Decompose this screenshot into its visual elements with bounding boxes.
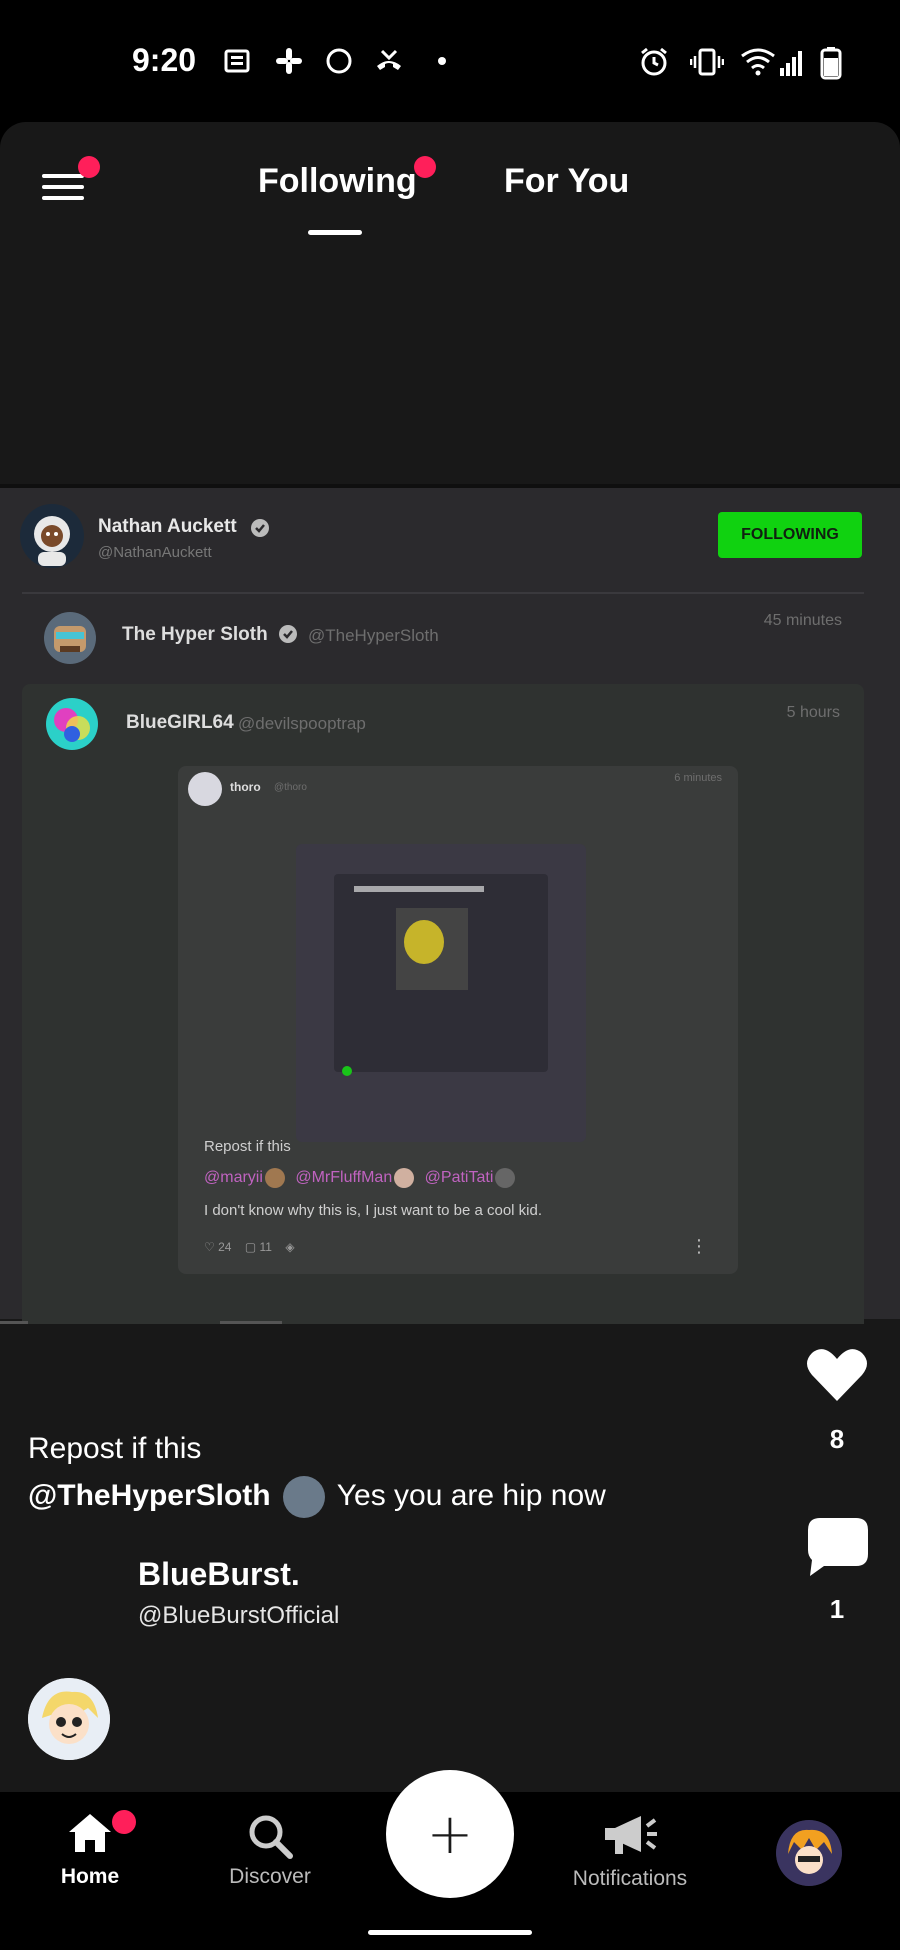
nav-home-label: Home	[60, 1865, 120, 1888]
comment-icon: ▢	[244, 1240, 257, 1254]
status-time: 9:20	[132, 42, 197, 78]
nav-home[interactable]: Home	[20, 1812, 160, 1889]
thoro-time: 6 minutes	[674, 772, 722, 784]
quoted-post-actions: ♡ 24 ▢ 11 ◈	[204, 1240, 295, 1254]
megaphone-icon	[605, 1816, 657, 1854]
post-caption-line1: Repost if this	[28, 1432, 202, 1465]
embedded-author-row: Nathan Auckett @NathanAuckett FOLLOWING	[0, 488, 900, 592]
battery-icon	[820, 47, 842, 80]
tab-for-you[interactable]: For You	[504, 162, 629, 201]
embedded-post-bluegirl: BlueGIRL64 @devilspooptrap 5 hours thoro…	[22, 684, 864, 1324]
thoro-avatar	[188, 772, 222, 806]
post-media-image[interactable]: Nathan Auckett @NathanAuckett FOLLOWING …	[0, 484, 900, 1324]
quoted-post-text: Repost if this	[204, 1138, 291, 1155]
poster-avatar[interactable]	[28, 1678, 110, 1760]
quoted-post-card: thoro @thoro 6 minutes Repost if this @m…	[178, 766, 738, 1274]
following-button[interactable]: FOLLOWING	[718, 512, 862, 558]
thoro-name: thoro	[230, 780, 261, 794]
active-tab-indicator	[308, 230, 362, 235]
wifi-signal-icon	[741, 48, 802, 76]
hypersloth-time: 45 minutes	[763, 612, 842, 629]
bluegirl-name: BlueGIRL64	[126, 712, 234, 733]
post-caption-line2: @TheHyperSloth Yes you are hip now	[28, 1476, 606, 1518]
tab-following[interactable]: Following	[258, 162, 417, 201]
meme-face-image	[404, 920, 444, 964]
nested-quoted-post-inner	[334, 874, 548, 1072]
quoted-post-mentions: @maryii @MrFluffMan @PatiTati	[204, 1168, 521, 1188]
hypersloth-name: The Hyper Sloth	[122, 624, 268, 645]
embedded-author-handle: @NathanAuckett	[98, 544, 212, 561]
create-post-button[interactable]: +	[386, 1770, 514, 1898]
verified-badge-icon	[251, 519, 269, 537]
alarm-icon	[641, 47, 667, 76]
caption-text: Yes you are hip now	[336, 1478, 606, 1512]
thoro-handle: @thoro	[274, 782, 307, 793]
nav-profile-avatar[interactable]	[776, 1820, 842, 1886]
divider	[22, 592, 864, 594]
bluegirl-time: 5 hours	[786, 704, 840, 721]
more-options-icon: ⋮	[690, 1236, 708, 1256]
nested-quoted-post	[296, 844, 586, 1142]
mention-avatar	[282, 1476, 325, 1518]
home-icon	[69, 1814, 111, 1852]
nav-discover[interactable]: Discover	[200, 1812, 340, 1889]
menu-notification-dot	[78, 156, 100, 178]
missed-call-icon	[377, 49, 401, 70]
like-count: 8	[829, 1424, 845, 1454]
home-notification-dot	[112, 1810, 136, 1834]
comment-bubble-icon[interactable]	[806, 1516, 870, 1578]
gesture-home-indicator	[368, 1930, 532, 1935]
embedded-post-hypersloth: The Hyper Sloth @TheHyperSloth 45 minute…	[22, 598, 864, 674]
bluegirl-avatar	[46, 698, 98, 750]
embedded-author-avatar	[20, 504, 84, 568]
news-icon	[224, 49, 250, 73]
quoted-post-body: I don't know why this is, I just want to…	[204, 1202, 543, 1219]
nav-discover-label: Discover	[229, 1865, 311, 1888]
slack-icon	[276, 48, 302, 74]
nav-notifications-label: Notifications	[572, 1867, 688, 1890]
search-icon	[249, 1815, 293, 1859]
share-icon: ◈	[285, 1240, 295, 1254]
verified-badge-icon	[279, 625, 297, 643]
hypersloth-handle: @TheHyperSloth	[308, 626, 439, 645]
progress-segment	[220, 1321, 282, 1324]
app-screen: Following For You Nathan Auckett @Nathan…	[0, 122, 900, 1792]
comment-count: 1	[829, 1594, 845, 1624]
hypersloth-avatar	[44, 612, 96, 664]
progress-segment	[0, 1321, 28, 1324]
poster-handle[interactable]: @BlueBurstOfficial	[138, 1602, 339, 1630]
bottom-navigation: Home Discover + Notifications	[0, 1770, 900, 1950]
mention-link[interactable]: @TheHyperSloth	[28, 1479, 271, 1512]
like-heart-icon[interactable]	[806, 1347, 868, 1403]
nav-notifications[interactable]: Notifications	[560, 1812, 700, 1891]
chat-bubble-icon	[326, 48, 352, 74]
more-dot-icon	[438, 57, 446, 65]
hamburger-menu-button[interactable]	[42, 170, 86, 204]
poster-name[interactable]: BlueBurst.	[138, 1556, 300, 1593]
embedded-author-name: Nathan Auckett	[98, 516, 237, 537]
vibrate-icon	[690, 48, 724, 76]
following-notification-dot	[414, 156, 436, 178]
bluegirl-handle: @devilspooptrap	[238, 714, 366, 733]
heart-icon: ♡	[204, 1240, 215, 1254]
status-bar: 9:20	[0, 0, 900, 122]
